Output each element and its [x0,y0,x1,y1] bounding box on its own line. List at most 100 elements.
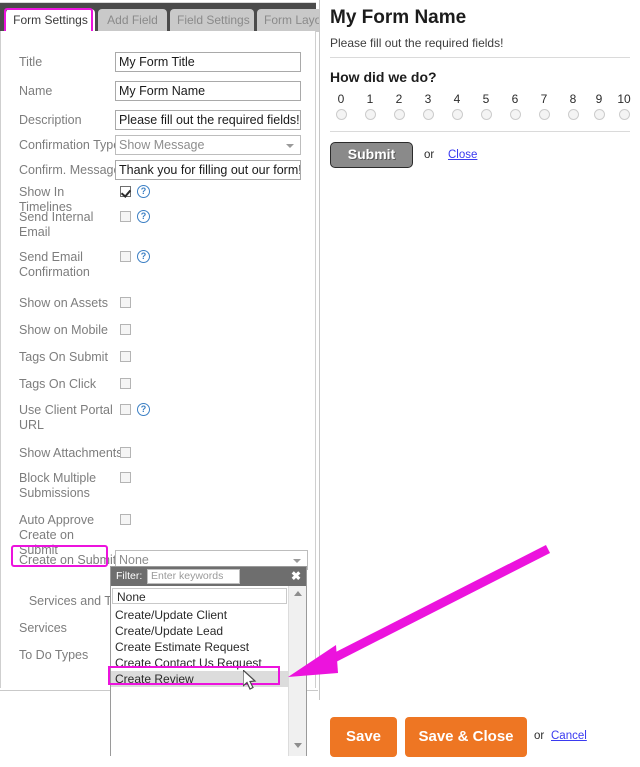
checkbox-use-client-portal-url[interactable] [120,404,131,415]
tab-field-settings-label: Field Settings [177,13,250,27]
preview-submit-button[interactable]: Submit [330,142,413,168]
scale-radio-2[interactable] [394,109,405,120]
scale-number-1: 1 [366,92,374,106]
label-block-multiple-submissions: Block Multiple Submissions [19,471,97,500]
preview-divider-2 [330,131,630,132]
scale-radio-10[interactable] [619,109,630,120]
checkbox-show-in-timelines[interactable] [120,186,131,197]
checkbox-send-internal-email[interactable] [120,211,131,222]
scale-radio-3[interactable] [423,109,434,120]
help-icon[interactable]: ? [137,185,150,198]
scale-number-4: 4 [453,92,461,106]
label-confirmation-type: Confirmation Type [19,138,121,152]
checkbox-tags-on-submit[interactable] [120,351,131,362]
scale-number-8: 8 [569,92,577,106]
label-show-on-mobile: Show on Mobile [19,323,108,337]
input-name[interactable]: My Form Name [115,81,301,101]
label-show-attachments: Show Attachments [19,446,123,460]
rating-scale: 0 1 2 3 4 5 6 7 8 9 10 [330,92,631,126]
select-confirmation-type[interactable]: Show Message [115,135,301,155]
scale-number-9: 9 [595,92,603,106]
chevron-down-icon [286,144,294,148]
label-services-and-types: Services and T [28,594,112,608]
dropdown-filter-bar: Filter: Enter keywords ✖ [111,567,306,586]
scale-number-3: 3 [424,92,432,106]
select-confirmation-type-value: Show Message [119,138,205,152]
input-confirm-message[interactable]: Thank you for filling out our form! [115,160,301,180]
tab-field-settings[interactable]: Field Settings [170,9,254,32]
label-confirm-message: Confirm. Message [19,163,121,177]
help-icon[interactable]: ? [137,250,150,263]
label-tags-on-click: Tags On Click [19,377,97,391]
label-auto-approve-create-on-submit: Auto Approve Create on Submit [19,513,95,557]
tab-form-settings[interactable]: Form Settings [6,9,95,32]
cancel-link[interactable]: Cancel [551,729,587,743]
filter-input[interactable]: Enter keywords [147,569,240,584]
label-send-internal-email: Send Internal Email [19,210,94,239]
save-button[interactable]: Save [330,717,397,757]
scale-number-6: 6 [511,92,519,106]
checkbox-tags-on-click[interactable] [120,378,131,389]
mouse-cursor-icon [243,670,257,690]
preview-or-label: or [424,149,435,161]
tab-add-field[interactable]: Add Field [98,9,167,32]
tab-add-field-label: Add Field [107,13,158,27]
scale-number-0: 0 [337,92,345,106]
input-title[interactable]: My Form Title [115,52,301,72]
checkbox-show-on-assets[interactable] [120,297,131,308]
checkbox-block-multiple-submissions[interactable] [120,472,131,483]
label-use-client-portal-url: Use Client Portal URL [19,403,113,432]
scale-radio-1[interactable] [365,109,376,120]
checkbox-show-on-mobile[interactable] [120,324,131,335]
dropdown-option-create-update-lead[interactable]: Create/Update Lead [111,623,288,639]
scale-radio-6[interactable] [510,109,521,120]
form-builder-window: Form Settings Add Field Field Settings F… [0,0,640,767]
create-on-submit-dropdown[interactable]: Filter: Enter keywords ✖ None Create/Upd… [110,566,307,756]
label-create-on-submit: Create on Submit [19,553,117,567]
label-name: Name [19,84,53,98]
filter-label: Filter: [116,570,143,582]
preview-subtitle: Please fill out the required fields! [330,36,504,50]
label-description: Description [19,113,82,127]
footer-or-label: or [534,730,545,742]
footer-action-bar: Save Save & Close or Cancel [319,700,640,767]
label-show-on-assets: Show on Assets [19,296,108,310]
dropdown-option-create-update-client[interactable]: Create/Update Client [111,607,288,623]
dropdown-option-create-contact-us-request[interactable]: Create Contact Us Request [111,655,288,671]
scale-radio-5[interactable] [481,109,492,120]
label-tags-on-submit: Tags On Submit [19,350,108,364]
dropdown-option-none[interactable]: None [112,588,287,604]
select-create-on-submit-value: None [119,553,149,567]
save-and-close-button[interactable]: Save & Close [405,717,527,757]
dropdown-option-list: None Create/Update Client Create/Update … [111,586,288,756]
label-services: Services [19,621,67,635]
scale-radio-9[interactable] [594,109,605,120]
scale-number-10: 10 [617,92,631,106]
label-send-email-confirmation: Send Email Confirmation [19,250,90,279]
checkbox-show-attachments[interactable] [120,447,131,458]
scale-radio-8[interactable] [568,109,579,120]
checkbox-send-email-confirmation[interactable] [120,251,131,262]
help-icon[interactable]: ? [137,210,150,223]
tab-form-settings-label: Form Settings [13,13,88,27]
help-icon[interactable]: ? [137,403,150,416]
scale-radio-7[interactable] [539,109,550,120]
input-description[interactable]: Please fill out the required fields! [115,110,301,130]
scroll-down-arrow-icon[interactable] [294,743,302,748]
preview-divider-1 [330,57,630,58]
dropdown-option-create-estimate-request[interactable]: Create Estimate Request [111,639,288,655]
preview-question-label: How did we do? [330,69,437,85]
preview-close-link[interactable]: Close [448,148,477,162]
scale-number-5: 5 [482,92,490,106]
label-title: Title [19,55,43,69]
dropdown-option-create-review[interactable]: Create Review [111,671,288,687]
preview-title: My Form Name [330,7,467,28]
tab-bar: Form Settings Add Field Field Settings F… [0,2,336,32]
scale-radio-4[interactable] [452,109,463,120]
scale-number-2: 2 [395,92,403,106]
checkbox-auto-approve-create-on-submit[interactable] [120,514,131,525]
annotation-arrow [288,544,551,677]
scale-radio-0[interactable] [336,109,347,120]
label-to-do-types: To Do Types [19,648,89,662]
scale-number-7: 7 [540,92,548,106]
